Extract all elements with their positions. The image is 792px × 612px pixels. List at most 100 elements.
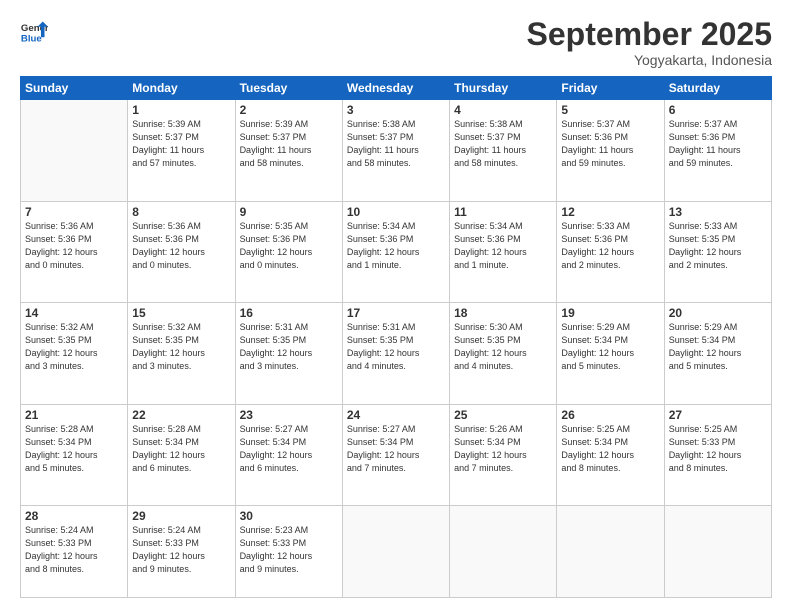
- day-info: Sunrise: 5:27 AM Sunset: 5:34 PM Dayligh…: [240, 423, 338, 475]
- table-cell: 23Sunrise: 5:27 AM Sunset: 5:34 PM Dayli…: [235, 404, 342, 506]
- table-cell: 19Sunrise: 5:29 AM Sunset: 5:34 PM Dayli…: [557, 303, 664, 405]
- day-info: Sunrise: 5:29 AM Sunset: 5:34 PM Dayligh…: [669, 321, 767, 373]
- day-info: Sunrise: 5:33 AM Sunset: 5:35 PM Dayligh…: [669, 220, 767, 272]
- day-number: 24: [347, 408, 445, 422]
- day-number: 15: [132, 306, 230, 320]
- day-info: Sunrise: 5:24 AM Sunset: 5:33 PM Dayligh…: [132, 524, 230, 576]
- day-number: 3: [347, 103, 445, 117]
- table-cell: 24Sunrise: 5:27 AM Sunset: 5:34 PM Dayli…: [342, 404, 449, 506]
- table-cell: 29Sunrise: 5:24 AM Sunset: 5:33 PM Dayli…: [128, 506, 235, 598]
- day-number: 23: [240, 408, 338, 422]
- day-number: 10: [347, 205, 445, 219]
- subtitle: Yogyakarta, Indonesia: [527, 52, 772, 68]
- day-info: Sunrise: 5:23 AM Sunset: 5:33 PM Dayligh…: [240, 524, 338, 576]
- col-thursday: Thursday: [450, 77, 557, 100]
- title-block: September 2025 Yogyakarta, Indonesia: [527, 18, 772, 68]
- table-cell: 9Sunrise: 5:35 AM Sunset: 5:36 PM Daylig…: [235, 201, 342, 303]
- day-number: 6: [669, 103, 767, 117]
- day-number: 12: [561, 205, 659, 219]
- table-cell: 20Sunrise: 5:29 AM Sunset: 5:34 PM Dayli…: [664, 303, 771, 405]
- table-cell: 16Sunrise: 5:31 AM Sunset: 5:35 PM Dayli…: [235, 303, 342, 405]
- table-cell: 6Sunrise: 5:37 AM Sunset: 5:36 PM Daylig…: [664, 100, 771, 202]
- day-info: Sunrise: 5:36 AM Sunset: 5:36 PM Dayligh…: [25, 220, 123, 272]
- logo-icon: General Blue: [20, 18, 48, 46]
- table-cell: [557, 506, 664, 598]
- table-cell: 3Sunrise: 5:38 AM Sunset: 5:37 PM Daylig…: [342, 100, 449, 202]
- day-info: Sunrise: 5:28 AM Sunset: 5:34 PM Dayligh…: [25, 423, 123, 475]
- table-cell: [342, 506, 449, 598]
- day-info: Sunrise: 5:27 AM Sunset: 5:34 PM Dayligh…: [347, 423, 445, 475]
- day-info: Sunrise: 5:31 AM Sunset: 5:35 PM Dayligh…: [240, 321, 338, 373]
- day-number: 7: [25, 205, 123, 219]
- table-cell: [21, 100, 128, 202]
- table-cell: 28Sunrise: 5:24 AM Sunset: 5:33 PM Dayli…: [21, 506, 128, 598]
- day-info: Sunrise: 5:38 AM Sunset: 5:37 PM Dayligh…: [347, 118, 445, 170]
- day-number: 28: [25, 509, 123, 523]
- day-number: 21: [25, 408, 123, 422]
- day-info: Sunrise: 5:25 AM Sunset: 5:34 PM Dayligh…: [561, 423, 659, 475]
- day-info: Sunrise: 5:32 AM Sunset: 5:35 PM Dayligh…: [25, 321, 123, 373]
- svg-text:Blue: Blue: [21, 34, 42, 45]
- table-cell: [664, 506, 771, 598]
- header: General Blue September 2025 Yogyakarta, …: [20, 18, 772, 68]
- day-info: Sunrise: 5:34 AM Sunset: 5:36 PM Dayligh…: [454, 220, 552, 272]
- day-number: 25: [454, 408, 552, 422]
- day-number: 5: [561, 103, 659, 117]
- table-cell: [450, 506, 557, 598]
- day-number: 2: [240, 103, 338, 117]
- day-info: Sunrise: 5:37 AM Sunset: 5:36 PM Dayligh…: [561, 118, 659, 170]
- table-cell: 2Sunrise: 5:39 AM Sunset: 5:37 PM Daylig…: [235, 100, 342, 202]
- day-info: Sunrise: 5:24 AM Sunset: 5:33 PM Dayligh…: [25, 524, 123, 576]
- day-number: 13: [669, 205, 767, 219]
- day-info: Sunrise: 5:31 AM Sunset: 5:35 PM Dayligh…: [347, 321, 445, 373]
- day-info: Sunrise: 5:26 AM Sunset: 5:34 PM Dayligh…: [454, 423, 552, 475]
- col-sunday: Sunday: [21, 77, 128, 100]
- table-cell: 13Sunrise: 5:33 AM Sunset: 5:35 PM Dayli…: [664, 201, 771, 303]
- day-number: 20: [669, 306, 767, 320]
- col-wednesday: Wednesday: [342, 77, 449, 100]
- calendar-table: Sunday Monday Tuesday Wednesday Thursday…: [20, 76, 772, 598]
- table-cell: 27Sunrise: 5:25 AM Sunset: 5:33 PM Dayli…: [664, 404, 771, 506]
- day-number: 30: [240, 509, 338, 523]
- day-number: 27: [669, 408, 767, 422]
- day-number: 16: [240, 306, 338, 320]
- col-saturday: Saturday: [664, 77, 771, 100]
- calendar-header-row: Sunday Monday Tuesday Wednesday Thursday…: [21, 77, 772, 100]
- day-info: Sunrise: 5:34 AM Sunset: 5:36 PM Dayligh…: [347, 220, 445, 272]
- day-info: Sunrise: 5:35 AM Sunset: 5:36 PM Dayligh…: [240, 220, 338, 272]
- table-cell: 11Sunrise: 5:34 AM Sunset: 5:36 PM Dayli…: [450, 201, 557, 303]
- day-info: Sunrise: 5:36 AM Sunset: 5:36 PM Dayligh…: [132, 220, 230, 272]
- day-number: 8: [132, 205, 230, 219]
- col-monday: Monday: [128, 77, 235, 100]
- logo: General Blue: [20, 18, 48, 46]
- day-info: Sunrise: 5:25 AM Sunset: 5:33 PM Dayligh…: [669, 423, 767, 475]
- table-cell: 10Sunrise: 5:34 AM Sunset: 5:36 PM Dayli…: [342, 201, 449, 303]
- page: General Blue September 2025 Yogyakarta, …: [0, 0, 792, 612]
- table-cell: 21Sunrise: 5:28 AM Sunset: 5:34 PM Dayli…: [21, 404, 128, 506]
- table-cell: 14Sunrise: 5:32 AM Sunset: 5:35 PM Dayli…: [21, 303, 128, 405]
- day-number: 18: [454, 306, 552, 320]
- table-cell: 12Sunrise: 5:33 AM Sunset: 5:36 PM Dayli…: [557, 201, 664, 303]
- day-info: Sunrise: 5:32 AM Sunset: 5:35 PM Dayligh…: [132, 321, 230, 373]
- table-cell: 26Sunrise: 5:25 AM Sunset: 5:34 PM Dayli…: [557, 404, 664, 506]
- day-number: 9: [240, 205, 338, 219]
- table-cell: 4Sunrise: 5:38 AM Sunset: 5:37 PM Daylig…: [450, 100, 557, 202]
- day-info: Sunrise: 5:39 AM Sunset: 5:37 PM Dayligh…: [132, 118, 230, 170]
- day-info: Sunrise: 5:33 AM Sunset: 5:36 PM Dayligh…: [561, 220, 659, 272]
- day-info: Sunrise: 5:38 AM Sunset: 5:37 PM Dayligh…: [454, 118, 552, 170]
- table-cell: 8Sunrise: 5:36 AM Sunset: 5:36 PM Daylig…: [128, 201, 235, 303]
- table-cell: 25Sunrise: 5:26 AM Sunset: 5:34 PM Dayli…: [450, 404, 557, 506]
- day-number: 19: [561, 306, 659, 320]
- table-cell: 1Sunrise: 5:39 AM Sunset: 5:37 PM Daylig…: [128, 100, 235, 202]
- col-friday: Friday: [557, 77, 664, 100]
- table-cell: 15Sunrise: 5:32 AM Sunset: 5:35 PM Dayli…: [128, 303, 235, 405]
- table-cell: 18Sunrise: 5:30 AM Sunset: 5:35 PM Dayli…: [450, 303, 557, 405]
- day-number: 22: [132, 408, 230, 422]
- day-number: 26: [561, 408, 659, 422]
- day-number: 11: [454, 205, 552, 219]
- table-cell: 17Sunrise: 5:31 AM Sunset: 5:35 PM Dayli…: [342, 303, 449, 405]
- table-cell: 22Sunrise: 5:28 AM Sunset: 5:34 PM Dayli…: [128, 404, 235, 506]
- day-number: 17: [347, 306, 445, 320]
- day-info: Sunrise: 5:30 AM Sunset: 5:35 PM Dayligh…: [454, 321, 552, 373]
- day-number: 1: [132, 103, 230, 117]
